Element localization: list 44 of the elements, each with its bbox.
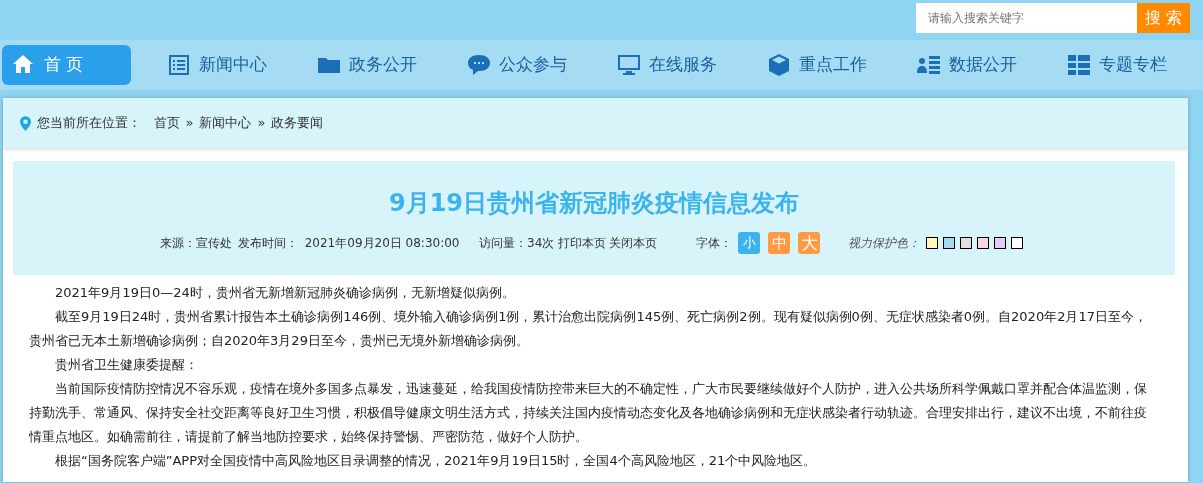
breadcrumb-link[interactable]: 首页 bbox=[153, 113, 180, 133]
paragraph: 贵州省卫生健康委提醒： bbox=[54, 356, 199, 374]
view-count: 访问量：34次 bbox=[479, 234, 555, 252]
breadcrumb-link[interactable]: 新闻中心 bbox=[199, 113, 252, 133]
nav-tab[interactable]: 首 页 bbox=[2, 45, 131, 85]
color-swatch[interactable] bbox=[977, 236, 990, 249]
search-field[interactable]: 请输入搜索关键字 bbox=[916, 3, 1137, 33]
nav-tab[interactable]: 重点工作 bbox=[753, 45, 881, 85]
published-date: 2021年09月20日 08:30:00 bbox=[304, 234, 460, 252]
cube-icon bbox=[767, 53, 791, 77]
breadcrumb-label: 您当前所在位置： bbox=[37, 114, 141, 133]
chat-icon bbox=[467, 53, 491, 77]
contact-list-icon bbox=[917, 53, 941, 77]
eye-care-label: 视力保护色： bbox=[847, 234, 920, 252]
breadcrumb-link[interactable]: 政务要闻 bbox=[271, 113, 324, 133]
article-title: 9月19日贵州省新冠肺炎疫情信息发布 bbox=[388, 189, 800, 218]
close-link[interactable]: 关闭本页 bbox=[608, 233, 657, 252]
font-size-label: 字体： bbox=[695, 234, 732, 252]
paragraph: 根据“国务院客户端”APP对全国疫情中高风险地区目录调整的情况，2021年9月19日15时，全国4个高风险地区，21个中风险地区。 bbox=[54, 452, 818, 470]
grid-icon bbox=[1067, 53, 1091, 77]
nav-tab[interactable]: 公众参与 bbox=[453, 45, 581, 85]
list-icon bbox=[167, 53, 191, 77]
color-swatch[interactable] bbox=[926, 236, 939, 249]
breadcrumb-separator: » bbox=[257, 114, 266, 133]
nav-tab[interactable]: 数据公开 bbox=[903, 45, 1031, 85]
source-text: 来源：宣传处 bbox=[159, 234, 232, 252]
nav-tab[interactable]: 在线服务 bbox=[603, 45, 731, 85]
nav-tab[interactable]: 新闻中心 bbox=[153, 45, 281, 85]
search-button[interactable]: 搜 索 bbox=[1137, 3, 1190, 33]
font-size-button[interactable]: 小 bbox=[738, 231, 761, 254]
color-swatch[interactable] bbox=[1011, 236, 1024, 249]
nav-tab[interactable]: 专题专栏 bbox=[1053, 45, 1181, 85]
print-link[interactable]: 打印本页 bbox=[557, 233, 606, 252]
paragraph: 2021年9月19日0—24时，贵州省无新增新冠肺炎确诊病例，无新增疑似病例。 bbox=[54, 284, 516, 302]
paragraph: 当前国际疫情防控情况不容乐观，疫情在境外多国多点暴发，迅速蔓延，给我国疫情防控带来巨大的不确定性，广大市民要继续做好个人防护，进入公共场所科学佩戴口罩并配合体温监测，保持勤洗手、常通风、保持安全社交距离等良好卫生习惯，积极倡导健康文明生活方式，持续关注国内疫情动态变化及各地确诊病例和无症状感染者行动轨迹。合理安排出行，建议不出境，不前往疫情重点地区。如确需前往，请提前了解当地防控要求，始终保持警惕、严密防范，做好个人防护。 bbox=[29, 380, 1148, 446]
paragraph: 截至9月19日24时，贵州省累计报告本土确诊病例146例、境外输入确诊病例1例，累计治愈出院病例145例、死亡病例2例。现有疑似病例0例、无症状感染者0例。自2020年2月17日至今，贵州省已无本土新增确诊病例；自2020年3月29日至今，贵州已无境外新增确诊病例。 bbox=[29, 308, 1148, 350]
monitor-icon bbox=[617, 53, 641, 77]
breadcrumb-separator: » bbox=[185, 114, 194, 133]
location-pin-icon bbox=[20, 115, 31, 131]
color-swatch[interactable] bbox=[943, 236, 956, 249]
published-label: 发布时间： bbox=[238, 234, 299, 252]
color-swatch[interactable] bbox=[960, 236, 973, 249]
nav-tab[interactable]: 政务公开 bbox=[303, 45, 431, 85]
color-swatch[interactable] bbox=[994, 236, 1007, 249]
